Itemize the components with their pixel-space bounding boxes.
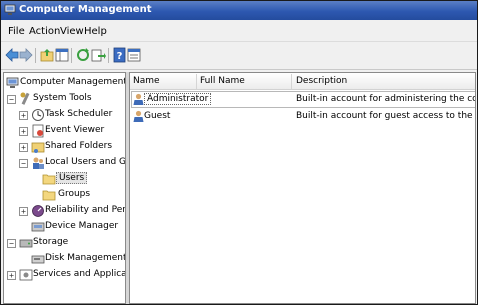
tree-label: Device Manager <box>45 221 119 231</box>
navigation-tree: Computer Management (Local) − System Too… <box>3 72 126 304</box>
tree-label: Users <box>56 172 88 184</box>
forward-arrow-icon[interactable] <box>18 47 34 63</box>
tools-icon <box>20 92 30 105</box>
list-row-administrator[interactable]: Administrator Built-in account for admin… <box>130 92 475 108</box>
menu-file[interactable]: File <box>8 26 25 37</box>
toolbar: ? <box>1 42 477 70</box>
title-bar[interactable]: Computer Management <box>1 1 477 20</box>
tree-item-storage[interactable]: − Storage <box>7 236 125 251</box>
tree-label: Storage <box>33 237 69 247</box>
expand-toggle[interactable]: + <box>19 143 28 152</box>
disk-icon <box>31 255 45 264</box>
expand-toggle[interactable]: + <box>19 111 28 120</box>
menu-help[interactable]: Help <box>84 26 107 37</box>
list-row-guest[interactable]: Guest Built-in account for guest access … <box>130 109 475 125</box>
expand-toggle[interactable]: + <box>7 271 16 280</box>
user-description: Built-in account for administering the c… <box>296 94 475 104</box>
column-divider[interactable] <box>196 74 197 89</box>
tree-label: Event Viewer <box>45 125 105 135</box>
services-icon <box>19 269 33 281</box>
computer-management-icon <box>4 4 16 15</box>
menu-action[interactable]: Action <box>29 26 60 37</box>
users-group-icon <box>33 157 44 169</box>
folder-icon <box>42 190 56 201</box>
up-folder-icon[interactable] <box>39 47 55 63</box>
user-name: Guest <box>144 111 171 121</box>
user-description: Built-in account for guest access to the… <box>296 111 475 121</box>
computer-management-window: Computer Management File Action View Hel… <box>0 0 478 305</box>
refresh-icon[interactable] <box>75 47 91 63</box>
tree-label: Disk Management <box>45 253 126 263</box>
clock-icon <box>32 109 44 121</box>
svg-text:?: ? <box>117 51 123 62</box>
menu-view[interactable]: View <box>60 26 84 37</box>
collapse-toggle[interactable]: − <box>7 239 16 248</box>
export-list-icon[interactable] <box>90 47 106 63</box>
column-divider[interactable] <box>291 74 292 89</box>
tree-item-computer-management[interactable]: Computer Management (Local) <box>6 76 126 91</box>
tree-label: Groups <box>58 189 91 199</box>
tree-item-disk-management[interactable]: Disk Management <box>31 252 126 267</box>
tree-label: Reliability and Performanc <box>45 205 126 215</box>
tree-item-shared-folders[interactable]: + Shared Folders <box>19 140 125 155</box>
collapse-toggle[interactable]: − <box>19 159 28 168</box>
column-full-name[interactable]: Full Name <box>200 76 245 86</box>
column-name[interactable]: Name <box>133 76 160 86</box>
tree-label: Task Scheduler <box>45 109 113 119</box>
tree-item-event-viewer[interactable]: + Event Viewer <box>19 124 125 139</box>
collapse-toggle[interactable]: − <box>7 95 16 104</box>
menu-bar: File Action View Help <box>1 20 477 42</box>
tree-label: Services and Applications <box>33 269 125 279</box>
tree-item-groups[interactable]: Groups <box>42 188 125 203</box>
properties-icon[interactable] <box>126 47 142 63</box>
tree-item-local-users-groups[interactable]: − Local Users and Groups <box>19 156 126 171</box>
folder-icon <box>42 174 56 185</box>
performance-icon <box>32 205 44 217</box>
shared-folder-icon <box>31 142 45 153</box>
expand-toggle[interactable]: + <box>19 127 28 136</box>
tree-item-reliability-performance[interactable]: + Reliability and Performanc <box>19 204 126 219</box>
users-list-view: Name Full Name Description Administrator… <box>129 72 476 304</box>
toolbar-separator <box>71 48 72 63</box>
toolbar-separator <box>35 48 36 63</box>
show-hide-tree-icon[interactable] <box>54 47 70 63</box>
device-manager-icon <box>31 222 45 232</box>
tree-item-system-tools[interactable]: − System Tools <box>7 92 125 107</box>
expand-toggle[interactable]: + <box>19 207 28 216</box>
storage-icon <box>19 239 33 248</box>
tree-item-task-scheduler[interactable]: + Task Scheduler <box>19 108 125 123</box>
window-title: Computer Management <box>19 4 152 15</box>
event-viewer-icon <box>32 124 44 138</box>
tree-label: Local Users and Groups <box>45 157 126 167</box>
computer-management-icon <box>6 77 19 88</box>
tree-item-device-manager[interactable]: Device Manager <box>31 220 125 235</box>
tree-item-users[interactable]: Users <box>42 172 125 187</box>
user-name: Administrator <box>144 93 212 105</box>
tree-label: System Tools <box>33 93 92 103</box>
toolbar-separator <box>108 48 109 63</box>
tree-label: Shared Folders <box>45 141 113 151</box>
tree-item-services-applications[interactable]: + Services and Applications <box>7 268 125 283</box>
column-description[interactable]: Description <box>296 76 347 86</box>
tree-label: Computer Management (Local) <box>20 77 126 87</box>
list-column-header: Name Full Name Description <box>130 73 475 90</box>
